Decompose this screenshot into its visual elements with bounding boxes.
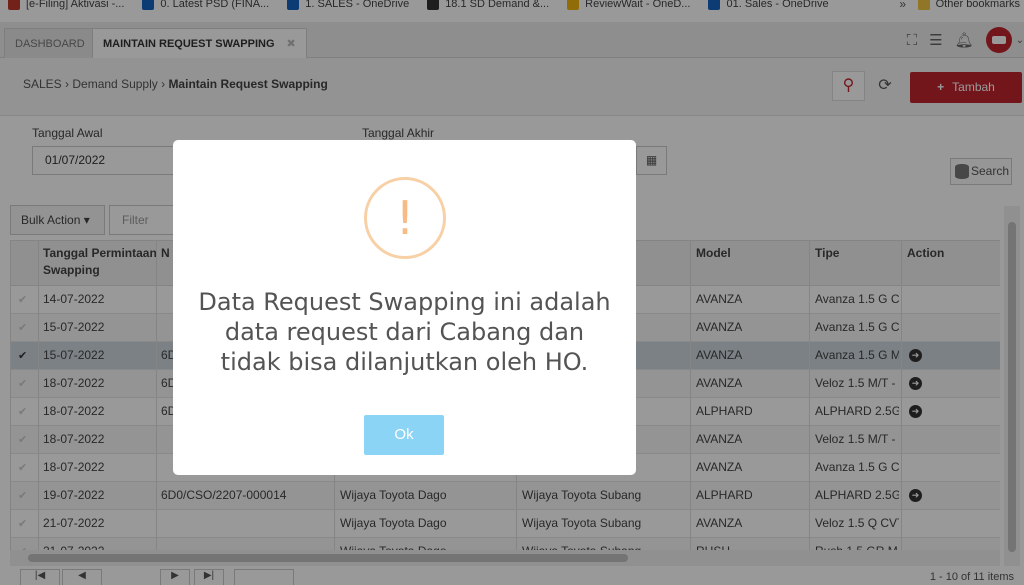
alert-dialog: ! Data Request Swapping ini adalah data … <box>173 140 636 475</box>
ok-button[interactable]: Ok <box>364 415 444 455</box>
warning-icon: ! <box>364 177 446 259</box>
alert-message: Data Request Swapping ini adalah data re… <box>198 288 611 376</box>
